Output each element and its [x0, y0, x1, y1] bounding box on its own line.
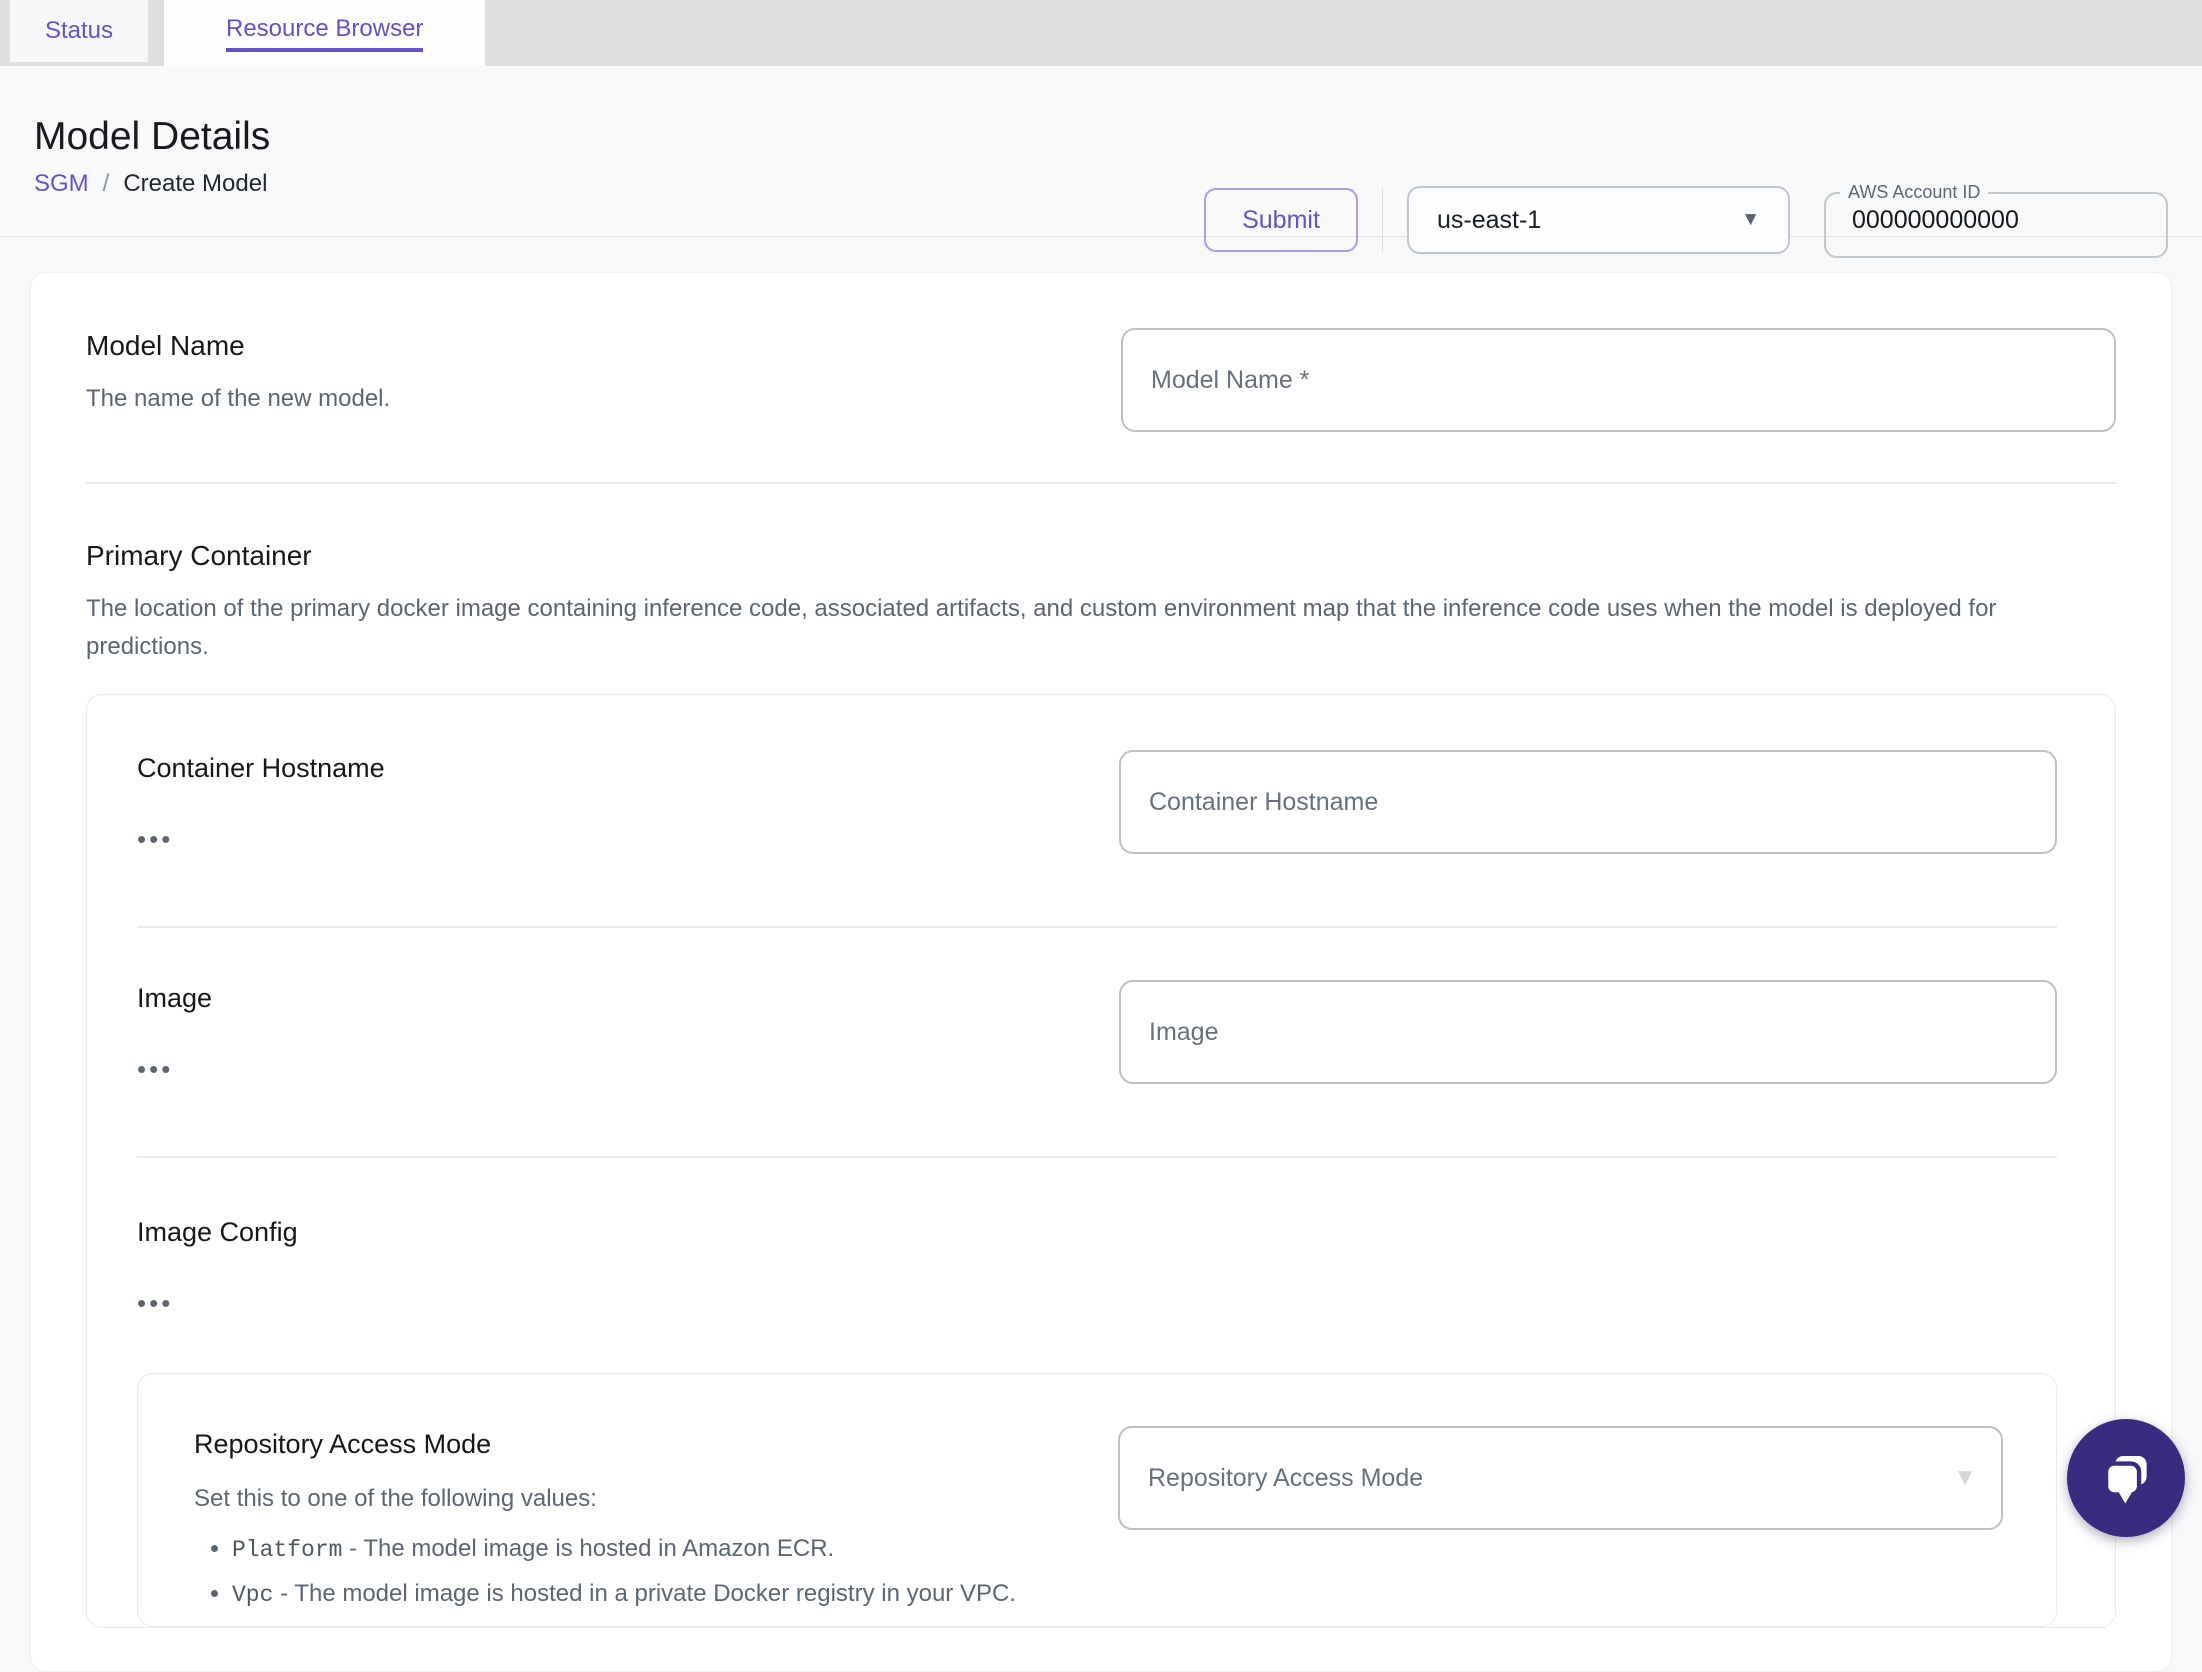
field-divider	[137, 926, 2057, 928]
repository-access-mode-select[interactable]: Repository Access Mode ▼	[1118, 1426, 2003, 1530]
image-expander-button[interactable]: •••	[137, 1056, 173, 1082]
primary-container-title: Primary Container	[86, 540, 312, 571]
image-config-expander-button[interactable]: •••	[137, 1290, 173, 1316]
header-actions: Submit us-east-1 ▼ AWS Account ID	[1204, 182, 2170, 258]
container-hostname-input[interactable]	[1119, 750, 2057, 854]
repository-access-mode-description: Set this to one of the following values:	[194, 1485, 597, 1512]
repository-access-mode-options-list: Platform - The model image is hosted in …	[194, 1530, 1016, 1614]
image-row: Image •••	[137, 980, 2057, 1084]
tab-status-label: Status	[44, 17, 114, 44]
breadcrumb-current: Create Model	[123, 170, 268, 197]
model-name-input[interactable]	[1121, 328, 2116, 432]
tab-status[interactable]: Status	[10, 0, 148, 62]
image-config-title: Image Config	[137, 1217, 298, 1247]
model-name-row: Model Name The name of the new model.	[86, 328, 2116, 432]
option-text: - The model image is hosted in Amazon EC…	[349, 1535, 835, 1562]
chat-bubbles-icon	[2103, 1456, 2147, 1504]
tab-resource-browser[interactable]: Resource Browser	[164, 0, 486, 66]
aws-account-id-input[interactable]	[1850, 205, 2134, 236]
aws-account-id-label: AWS Account ID	[1848, 182, 1981, 202]
breadcrumb-separator: /	[102, 170, 110, 197]
option-code: Platform	[232, 1537, 343, 1563]
container-hostname-expander-button[interactable]: •••	[137, 826, 173, 852]
model-name-description: The name of the new model.	[86, 385, 391, 412]
list-item: Platform - The model image is hosted in …	[232, 1530, 1016, 1569]
submit-button[interactable]: Submit	[1204, 188, 1358, 252]
breadcrumb-parent-link[interactable]: SGM	[34, 170, 89, 198]
container-hostname-info: Container Hostname •••	[137, 750, 385, 853]
repository-access-mode-title: Repository Access Mode	[194, 1429, 492, 1459]
model-details-card: Model Name The name of the new model. Pr…	[30, 272, 2172, 1672]
title-block: Model Details SGM / Create Model	[34, 114, 270, 198]
image-config-section: Image Config ••• Repository Access Mode …	[137, 1214, 2057, 1627]
model-name-title: Model Name	[86, 330, 245, 361]
section-divider	[86, 482, 2116, 484]
chat-widget-button[interactable]	[2067, 1419, 2185, 1537]
repository-access-mode-info: Repository Access Mode Set this to one o…	[194, 1426, 1016, 1614]
image-info: Image •••	[137, 980, 212, 1083]
primary-container-description: The location of the primary docker image…	[86, 595, 1997, 660]
primary-container-group: Container Hostname ••• Image •••	[86, 694, 2116, 1628]
image-input[interactable]	[1119, 980, 2057, 1084]
container-hostname-title: Container Hostname	[137, 753, 385, 783]
container-hostname-row: Container Hostname •••	[137, 750, 2057, 854]
repository-access-mode-row: Repository Access Mode Set this to one o…	[194, 1426, 2003, 1614]
content-area: Model Name The name of the new model. Pr…	[0, 237, 2202, 1672]
image-config-group: Repository Access Mode Set this to one o…	[137, 1373, 2057, 1627]
option-code: Vpc	[232, 1582, 274, 1608]
option-text: - The model image is hosted in a private…	[280, 1580, 1016, 1607]
region-dropdown[interactable]: us-east-1 ▼	[1407, 186, 1790, 254]
model-name-info: Model Name The name of the new model.	[86, 328, 390, 418]
tab-bar: Status Resource Browser	[0, 0, 2202, 66]
page-title: Model Details	[34, 115, 271, 158]
chevron-down-icon: ▼	[1953, 1464, 1977, 1491]
image-title: Image	[137, 983, 213, 1013]
repository-access-mode-placeholder: Repository Access Mode	[1148, 1463, 1424, 1492]
header-divider	[1382, 188, 1383, 252]
region-dropdown-value: us-east-1	[1437, 205, 1542, 234]
chevron-down-icon: ▼	[1741, 209, 1760, 230]
list-item: Vpc - The model image is hosted in a pri…	[232, 1575, 1016, 1614]
breadcrumb: SGM / Create Model	[34, 170, 270, 198]
tab-resource-browser-label: Resource Browser	[226, 15, 424, 52]
page-header: Model Details SGM / Create Model Submit …	[0, 66, 2202, 258]
aws-account-id-field: AWS Account ID	[1824, 182, 2168, 258]
field-divider	[137, 1156, 2057, 1158]
primary-container-section: Primary Container The location of the pr…	[86, 538, 2116, 1628]
